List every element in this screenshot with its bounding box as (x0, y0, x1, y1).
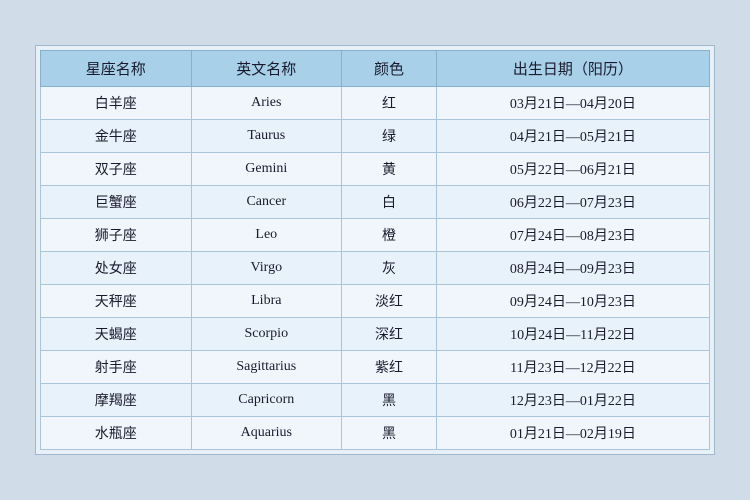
cell-english-name: Aquarius (191, 417, 342, 450)
table-row: 白羊座Aries红03月21日—04月20日 (41, 87, 710, 120)
cell-chinese-name: 金牛座 (41, 120, 192, 153)
cell-dates: 04月21日—05月21日 (436, 120, 709, 153)
cell-english-name: Scorpio (191, 318, 342, 351)
table-header-row: 星座名称 英文名称 颜色 出生日期（阳历） (41, 51, 710, 87)
table-row: 天蝎座Scorpio深红10月24日—11月22日 (41, 318, 710, 351)
cell-chinese-name: 处女座 (41, 252, 192, 285)
cell-dates: 12月23日—01月22日 (436, 384, 709, 417)
cell-dates: 07月24日—08月23日 (436, 219, 709, 252)
cell-color: 紫红 (342, 351, 437, 384)
cell-color: 橙 (342, 219, 437, 252)
cell-english-name: Gemini (191, 153, 342, 186)
header-dates: 出生日期（阳历） (436, 51, 709, 87)
cell-english-name: Virgo (191, 252, 342, 285)
table-row: 双子座Gemini黄05月22日—06月21日 (41, 153, 710, 186)
table-row: 金牛座Taurus绿04月21日—05月21日 (41, 120, 710, 153)
cell-chinese-name: 天蝎座 (41, 318, 192, 351)
zodiac-table-container: 星座名称 英文名称 颜色 出生日期（阳历） 白羊座Aries红03月21日—04… (35, 45, 715, 455)
cell-english-name: Sagittarius (191, 351, 342, 384)
header-english-name: 英文名称 (191, 51, 342, 87)
cell-chinese-name: 水瓶座 (41, 417, 192, 450)
cell-color: 黑 (342, 384, 437, 417)
cell-dates: 09月24日—10月23日 (436, 285, 709, 318)
table-row: 摩羯座Capricorn黑12月23日—01月22日 (41, 384, 710, 417)
table-row: 狮子座Leo橙07月24日—08月23日 (41, 219, 710, 252)
table-row: 巨蟹座Cancer白06月22日—07月23日 (41, 186, 710, 219)
cell-color: 绿 (342, 120, 437, 153)
table-row: 天秤座Libra淡红09月24日—10月23日 (41, 285, 710, 318)
cell-chinese-name: 射手座 (41, 351, 192, 384)
header-chinese-name: 星座名称 (41, 51, 192, 87)
cell-color: 淡红 (342, 285, 437, 318)
cell-dates: 03月21日—04月20日 (436, 87, 709, 120)
cell-english-name: Taurus (191, 120, 342, 153)
table-body: 白羊座Aries红03月21日—04月20日金牛座Taurus绿04月21日—0… (41, 87, 710, 450)
cell-color: 灰 (342, 252, 437, 285)
table-row: 水瓶座Aquarius黑01月21日—02月19日 (41, 417, 710, 450)
cell-dates: 08月24日—09月23日 (436, 252, 709, 285)
cell-color: 白 (342, 186, 437, 219)
cell-dates: 05月22日—06月21日 (436, 153, 709, 186)
header-color: 颜色 (342, 51, 437, 87)
cell-color: 红 (342, 87, 437, 120)
cell-chinese-name: 摩羯座 (41, 384, 192, 417)
cell-chinese-name: 双子座 (41, 153, 192, 186)
cell-dates: 01月21日—02月19日 (436, 417, 709, 450)
cell-english-name: Capricorn (191, 384, 342, 417)
cell-dates: 11月23日—12月22日 (436, 351, 709, 384)
cell-dates: 10月24日—11月22日 (436, 318, 709, 351)
cell-dates: 06月22日—07月23日 (436, 186, 709, 219)
zodiac-table: 星座名称 英文名称 颜色 出生日期（阳历） 白羊座Aries红03月21日—04… (40, 50, 710, 450)
table-row: 处女座Virgo灰08月24日—09月23日 (41, 252, 710, 285)
cell-color: 黄 (342, 153, 437, 186)
cell-color: 深红 (342, 318, 437, 351)
table-row: 射手座Sagittarius紫红11月23日—12月22日 (41, 351, 710, 384)
cell-english-name: Cancer (191, 186, 342, 219)
cell-chinese-name: 巨蟹座 (41, 186, 192, 219)
cell-chinese-name: 白羊座 (41, 87, 192, 120)
cell-english-name: Leo (191, 219, 342, 252)
cell-chinese-name: 狮子座 (41, 219, 192, 252)
cell-english-name: Aries (191, 87, 342, 120)
cell-english-name: Libra (191, 285, 342, 318)
cell-chinese-name: 天秤座 (41, 285, 192, 318)
cell-color: 黑 (342, 417, 437, 450)
